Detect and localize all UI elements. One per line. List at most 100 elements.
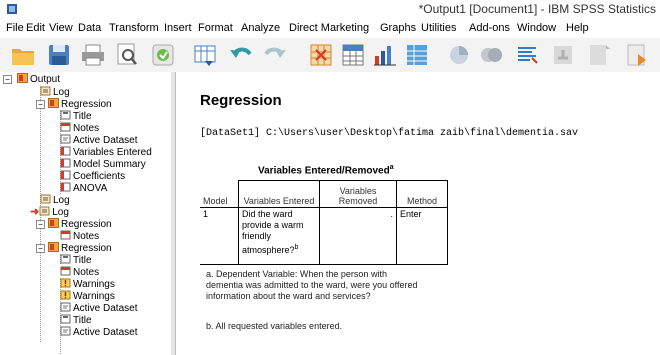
log-icon [40,86,51,96]
tree-node-title[interactable]: Title [60,254,92,266]
menu-utilities[interactable]: Utilities [421,22,456,34]
tree-label: ANOVA [73,183,108,194]
title-icon [60,254,71,264]
export-icon[interactable] [150,42,176,68]
menu-add-ons[interactable]: Add-ons [469,22,510,34]
print-icon[interactable] [80,42,106,68]
menu-help[interactable]: Help [566,22,589,34]
menu-window[interactable]: Window [517,22,556,34]
toolbar [0,38,660,73]
menu-format[interactable]: Format [198,22,233,34]
pivot-header-row: Model Variables Entered Variables Remove… [200,180,448,208]
pivot-table[interactable]: Model Variables Entered Variables Remove… [200,180,448,265]
tree-node-model-summary[interactable]: Model Summary [60,158,146,170]
tree-node-notes[interactable]: Notes [60,230,99,242]
tree-node-anova[interactable]: ANOVA [60,182,107,194]
chart-builder-icon[interactable] [372,42,398,68]
tree-node-notes[interactable]: Notes [60,122,99,134]
menu-data[interactable]: Data [78,22,101,34]
tree-node-warnings[interactable]: Warnings [60,278,115,290]
tree-node-coefficients[interactable]: Coefficients [60,170,125,182]
tree-node-regression[interactable]: Regression [48,98,112,110]
footnote-marker: b [294,244,299,251]
tree-node-log[interactable]: Log [40,86,70,98]
output-heading[interactable]: Regression [200,92,282,109]
tree-node-notes[interactable]: Notes [60,266,99,278]
demote-icon[interactable] [586,42,612,68]
table-row: 1 Did the ward provide a warm friendly a… [200,207,448,265]
tree-label: Log [53,87,70,98]
designate-window-icon[interactable] [514,42,540,68]
undo-icon[interactable] [228,42,254,68]
insert-table-icon[interactable] [404,42,430,68]
tree-node-warnings[interactable]: Warnings [60,290,115,302]
footnote-a: a. Dependent Variable: When the person w… [206,269,418,301]
collapse-toggle[interactable]: − [3,75,12,84]
pivot-table-icon [60,146,71,156]
goto-variable-icon[interactable] [340,42,366,68]
outline-pane[interactable]: − Output Log − Regression Title Notes Ac… [0,72,172,355]
tree-node-log-current[interactable]: ➜ Log [30,206,69,218]
log-icon [39,206,50,216]
col-header-removed: Variables Removed [319,180,397,208]
col-header-entered: Variables Entered [238,180,320,208]
tree-node-regression[interactable]: Regression [48,242,112,254]
pie-icon[interactable] [446,42,472,68]
open-icon[interactable] [10,42,36,68]
menu-file[interactable]: File [6,22,24,34]
tree-node-active-dataset[interactable]: Active Dataset [60,326,137,338]
tree-label: Notes [73,123,100,134]
collapse-toggle[interactable]: − [36,100,45,109]
tree-node-variables-entered[interactable]: Variables Entered [60,146,152,158]
cell-model: 1 [200,207,239,265]
pivot-table-title-text: Variables Entered/Removed [258,165,390,177]
tree-label: Regression [61,219,112,230]
menu-view[interactable]: View [49,22,73,34]
menu-transform[interactable]: Transform [109,22,159,34]
output-book-icon [48,242,59,252]
menu-bar: File Edit View Data Transform Insert For… [0,20,660,38]
cell-entered: Did the ward provide a warm friendly atm… [238,207,320,265]
tree-node-title[interactable]: Title [60,314,92,326]
menu-insert[interactable]: Insert [164,22,192,34]
tree-label: Log [53,195,70,206]
scatter-icon[interactable] [478,42,504,68]
tree-node-log[interactable]: Log [40,194,70,206]
menu-analyze[interactable]: Analyze [241,22,280,34]
save-icon[interactable] [46,42,72,68]
collapse-toggle[interactable]: − [36,220,45,229]
footnote-b: b. All requested variables entered. [206,321,343,331]
tree-label: Model Summary [73,159,146,170]
title-icon [60,314,71,324]
insert-text-icon[interactable] [624,42,650,68]
menu-edit[interactable]: Edit [26,22,45,34]
tree-node-active-dataset[interactable]: Active Dataset [60,302,137,314]
log-icon [40,194,51,204]
promote-icon[interactable] [550,42,576,68]
tree-label: Active Dataset [73,327,138,338]
tree-label: Log [52,207,69,218]
tree-label: Output [30,74,61,85]
pivot-table-title: Variables Entered/Removeda [258,164,394,176]
tree-node-regression[interactable]: Regression [48,218,112,230]
cell-method: Enter [396,207,448,265]
tree-label: Title [73,315,92,326]
dataset-path[interactable]: [DataSet1] C:\Users\user\Desktop\fatima … [200,128,578,139]
menu-graphs[interactable]: Graphs [380,22,416,34]
tree-node-title[interactable]: Title [60,110,92,122]
menu-direct-marketing[interactable]: Direct Marketing [289,22,369,34]
tree-node-output[interactable]: Output [17,73,60,85]
goto-data-icon[interactable] [192,42,218,68]
title-bar: *Output1 [Document1] - IBM SPSS Statisti… [0,0,660,20]
tree-node-active-dataset[interactable]: Active Dataset [60,134,137,146]
goto-case-icon[interactable] [308,42,334,68]
tree-label: Regression [61,243,112,254]
pivot-table-icon [60,170,71,180]
text-output-icon [60,326,71,336]
redo-icon[interactable] [262,42,288,68]
tree-label: Warnings [73,291,115,302]
tree-label: Title [73,111,92,122]
print-preview-icon[interactable] [114,42,140,68]
col-header-model: Model [200,180,239,208]
collapse-toggle[interactable]: − [36,244,45,253]
